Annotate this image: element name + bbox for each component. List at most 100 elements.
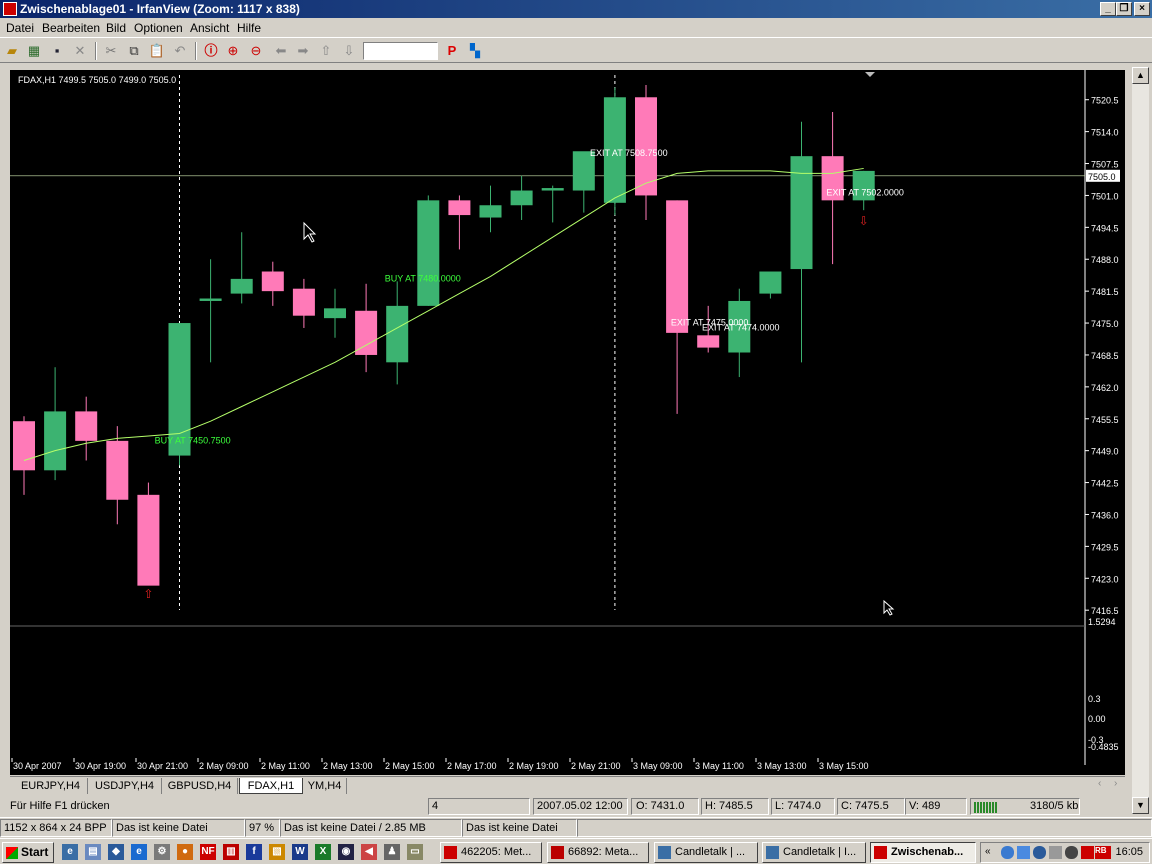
status-datetime: 2007.05.02 12:00 [537,800,623,812]
fiew-quicklaunch-icon[interactable]: f [246,844,262,860]
menu-ansicht[interactable]: Ansicht [190,21,229,35]
indicator-axis-label: 0.00 [1088,714,1106,724]
menu-bild[interactable]: Bild [106,21,126,35]
windows-logo-icon [6,847,18,859]
vertical-scrollbar[interactable]: ▲ ▼ [1132,67,1149,814]
tab-scroll-right-icon[interactable]: › [1114,778,1117,789]
speaker-icon[interactable] [1049,846,1062,859]
chart-tab-bar: EURJPY,H4 USDJPY,H4 GBPUSD,H4 FDAX,H1 YM… [10,776,1125,794]
tool-quicklaunch-icon[interactable]: ♟ [384,844,400,860]
adobe-icon[interactable] [1081,846,1094,859]
scroll-down-arrow-icon[interactable]: ▼ [1132,797,1149,814]
irfanview-app-icon[interactable] [3,2,17,16]
pdf-quicklaunch-icon[interactable]: ◀ [361,844,377,860]
y-tick-label: 7455.5 [1091,415,1119,425]
browser-quicklaunch-icon[interactable]: e [131,844,147,860]
app-quicklaunch-icon[interactable]: ⚙ [154,844,170,860]
tab-ym[interactable]: YM,H4 [303,778,347,794]
delete-icon[interactable]: ✕ [71,42,89,60]
open-folder-icon[interactable]: ▰ [3,42,21,60]
previous-icon[interactable]: ⬅ [272,42,290,60]
x-tick-label: 30 Apr 19:00 [75,761,126,771]
undo-icon[interactable]: ↶ [171,42,189,60]
rb-icon[interactable]: RB [1095,846,1111,859]
paste-icon[interactable]: 📋 [148,42,166,60]
next-icon[interactable]: ➡ [294,42,312,60]
candle-body [13,421,35,471]
irfanview-icon [874,846,887,859]
mouse-cursor-icon [303,221,317,243]
ie-quicklaunch-icon[interactable]: e [62,844,78,860]
x-tick-label: 3 May 09:00 [633,761,683,771]
task-candletalk-1[interactable]: Candletalk | ... [654,842,758,863]
media-player-quicklaunch-icon[interactable]: ◉ [338,844,354,860]
task-candletalk-2[interactable]: Candletalk | I... [762,842,866,863]
status-zoom: 97 % [245,819,280,837]
y-tick-label: 7520.5 [1091,96,1119,106]
task-metatrader-1[interactable]: 462205: Met... [440,842,542,863]
word-quicklaunch-icon[interactable]: W [292,844,308,860]
status-file-1: Das ist keine Datei [112,819,245,837]
paint-icon[interactable]: P [443,42,461,60]
tab-usdjpy[interactable]: USDJPY,H4 [88,778,162,794]
trade-annotation: EXIT AT 7502.0000 [826,187,904,197]
explorer-quicklaunch-icon[interactable]: ▤ [85,844,101,860]
minimize-button[interactable]: _ [1100,2,1116,16]
excel-quicklaunch-icon[interactable]: X [315,844,331,860]
tab-scroll-left-icon[interactable]: ‹ [1098,778,1101,789]
sync-icon[interactable] [1033,846,1046,859]
candle-body [479,205,502,218]
network-icon[interactable] [1001,846,1014,859]
candle-body [417,200,440,306]
zoom-out-icon[interactable]: ⊖ [247,42,265,60]
cut-icon[interactable]: ✂ [102,42,120,60]
close-button[interactable]: × [1134,2,1150,16]
status-volume: V: 489 [909,800,941,812]
y-tick-label: 7514.0 [1091,128,1119,138]
help-text: Für Hilfe F1 drücken [10,800,110,812]
copy-icon[interactable]: ⧉ [125,42,143,60]
tray-quicklaunch-icon[interactable]: ▭ [407,844,423,860]
candle-body [541,188,564,191]
chart-quicklaunch-icon[interactable]: ▧ [269,844,285,860]
media-quicklaunch-icon[interactable]: ◆ [108,844,124,860]
clock-tool-icon[interactable] [1065,846,1078,859]
info-icon[interactable]: ⓘ [202,42,220,60]
sell-arrow-icon: ⇩ [859,214,869,228]
task-irfanview[interactable]: Zwischenab... [870,842,976,863]
scroll-up-arrow-icon[interactable]: ▲ [1132,67,1149,84]
globe-icon[interactable] [1017,846,1030,859]
candle-body [448,200,471,216]
page-input[interactable] [363,42,438,60]
metatrader-quicklaunch-icon[interactable]: ▥ [223,844,239,860]
menu-hilfe[interactable]: Hilfe [237,21,261,35]
candle-body [355,310,378,355]
irfanview-logo-icon[interactable]: ▚ [466,42,484,60]
menu-optionen[interactable]: Optionen [134,21,183,35]
y-tick-label: 7475.0 [1091,319,1119,329]
candle-body [292,288,315,316]
save-icon[interactable]: ▪ [48,42,66,60]
tab-fdax[interactable]: FDAX,H1 [239,778,303,794]
slideshow-icon[interactable]: ▦ [25,42,43,60]
status-dimensions: 1152 x 864 x 24 BPP [0,819,112,837]
x-tick-label: 2 May 09:00 [199,761,249,771]
firefox-quicklaunch-icon[interactable]: ● [177,844,193,860]
menu-datei[interactable]: Datei [6,21,34,35]
tab-eurjpy[interactable]: EURJPY,H4 [14,778,88,794]
first-icon[interactable]: ⇧ [317,42,335,60]
candle-body [199,298,222,301]
start-button[interactable]: Start [2,842,54,863]
candlestick-chart[interactable]: 7520.5 7514.0 7507.5 7501.0 7494.5 7488.0 7481… [10,70,1125,775]
trade-annotation: BUY AT 7450.7500 [155,435,231,445]
fdax-chart[interactable]: 7520.5 7514.0 7507.5 7501.0 7494.5 7488.0 7481… [10,70,1125,775]
menu-bearbeiten[interactable]: Bearbeiten [42,21,100,35]
tray-expand-icon[interactable]: « [985,846,998,859]
nf-quicklaunch-icon[interactable]: NF [200,844,216,860]
zoom-in-icon[interactable]: ⊕ [224,42,242,60]
y-tick-label: 7481.5 [1091,287,1119,297]
task-metatrader-2[interactable]: 66892: Meta... [547,842,649,863]
last-icon[interactable]: ⇩ [340,42,358,60]
maximize-button[interactable]: ❐ [1116,2,1132,16]
tab-gbpusd[interactable]: GBPUSD,H4 [162,778,238,794]
